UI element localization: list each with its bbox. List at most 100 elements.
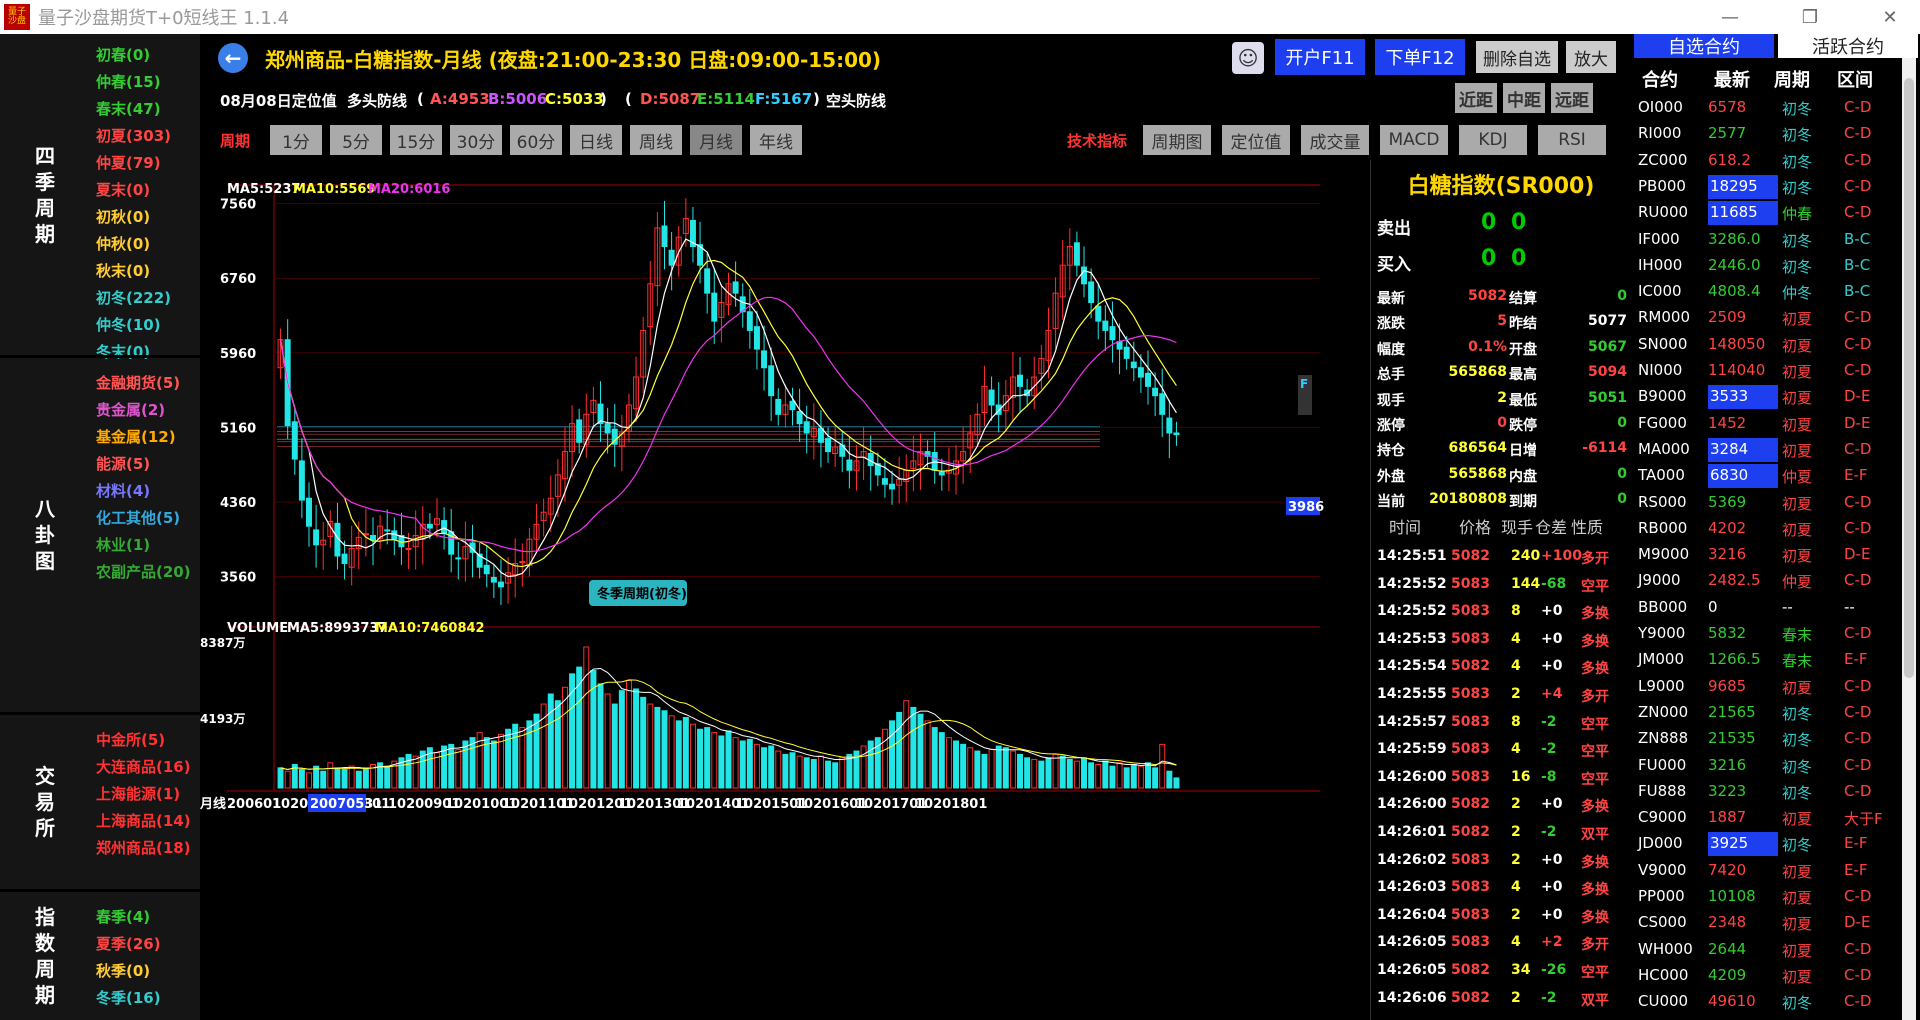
- x-axis-label: 月线: [200, 796, 226, 812]
- watchlist-row[interactable]: ZN000 21565 初冬 C-D: [1632, 701, 1902, 727]
- period-button[interactable]: 30分: [450, 125, 502, 155]
- watchlist-row[interactable]: RM000 2509 初夏 C-D: [1632, 306, 1902, 332]
- watchlist-row[interactable]: RU000 11685 仲春 C-D: [1632, 201, 1902, 227]
- candlestick-chart[interactable]: 7560 6760 5960 5160 4360 3560 MA5:5237MA10:556…: [200, 160, 1370, 990]
- watchlist-row[interactable]: IC000 4808.4 仲冬 B-C: [1632, 280, 1902, 306]
- watchlist-row[interactable]: C9000 1887 初夏 大于F: [1632, 806, 1902, 832]
- watchlist-row[interactable]: RI000 2577 初冬 C-D: [1632, 122, 1902, 148]
- watchlist-row[interactable]: ZN888 21535 初冬 C-D: [1632, 727, 1902, 753]
- sidebar-item[interactable]: 夏季(26): [96, 933, 161, 954]
- place-order-button[interactable]: 下单F12: [1375, 39, 1465, 75]
- sidebar-item[interactable]: 化工其他(5): [96, 507, 180, 528]
- remove-watch-button[interactable]: 删除自选: [1476, 41, 1558, 73]
- sidebar-item[interactable]: 初夏(303): [96, 125, 171, 146]
- contract-code: RI000: [1638, 124, 1682, 143]
- sidebar-item[interactable]: 春季(4): [96, 906, 150, 927]
- watchlist-row[interactable]: BB000 0 -- --: [1632, 596, 1902, 622]
- sidebar-item[interactable]: 能源(5): [96, 453, 150, 474]
- tab-active-contracts[interactable]: 活跃合约: [1778, 34, 1918, 58]
- watchlist-row[interactable]: B9000 3533 初夏 D-E: [1632, 385, 1902, 411]
- sidebar-item[interactable]: 初冬(222): [96, 287, 171, 308]
- watchlist-row[interactable]: FU888 3223 初冬 C-D: [1632, 780, 1902, 806]
- period-button[interactable]: 15分: [390, 125, 442, 155]
- indicator-button[interactable]: 周期图: [1143, 125, 1211, 155]
- watchlist-row[interactable]: SN000 148050 初夏 C-D: [1632, 333, 1902, 359]
- sidebar-item[interactable]: 农副产品(20): [96, 561, 191, 582]
- tab-watchlist[interactable]: 自选合约: [1634, 34, 1774, 58]
- close-icon[interactable]: ✕: [1860, 0, 1920, 34]
- watchlist-row[interactable]: Y9000 5832 春末 C-D: [1632, 622, 1902, 648]
- period-button[interactable]: 日线: [570, 125, 622, 155]
- watchlist-row[interactable]: HC000 4209 初夏 C-D: [1632, 964, 1902, 990]
- contract-price: 3533: [1708, 385, 1778, 410]
- sidebar-item[interactable]: 材料(4): [96, 480, 150, 501]
- watchlist-row[interactable]: V9000 7420 初夏 E-F: [1632, 859, 1902, 885]
- sidebar-item[interactable]: 夏末(0): [96, 179, 150, 200]
- watchlist-row[interactable]: OI000 6578 初冬 C-D: [1632, 96, 1902, 122]
- indicator-button[interactable]: KDJ: [1459, 125, 1527, 155]
- watchlist-row[interactable]: FG000 1452 初夏 D-E: [1632, 412, 1902, 438]
- watchlist-row[interactable]: WH000 2644 初夏 C-D: [1632, 938, 1902, 964]
- watchlist-row[interactable]: RB000 4202 初夏 C-D: [1632, 517, 1902, 543]
- watchlist-row[interactable]: CS000 2348 初夏 D-E: [1632, 911, 1902, 937]
- period-button[interactable]: 年线: [750, 125, 802, 155]
- sidebar-item[interactable]: 初春(0): [96, 44, 150, 65]
- watchlist-row[interactable]: PP000 10108 初夏 C-D: [1632, 885, 1902, 911]
- sidebar-item[interactable]: 仲春(15): [96, 71, 161, 92]
- restore-icon[interactable]: ❐: [1780, 0, 1840, 34]
- mid-button[interactable]: 中距: [1503, 83, 1545, 113]
- open-account-button[interactable]: 开户F11: [1275, 39, 1365, 75]
- watchlist-row[interactable]: J9000 2482.5 仲夏 C-D: [1632, 569, 1902, 595]
- watchlist-row[interactable]: L9000 9685 初夏 C-D: [1632, 675, 1902, 701]
- sidebar-item[interactable]: 仲冬(10): [96, 314, 161, 335]
- scrollbar-thumb[interactable]: [1904, 78, 1914, 678]
- period-button[interactable]: 1分: [270, 125, 322, 155]
- sidebar-item[interactable]: 上海商品(14): [96, 810, 191, 831]
- sidebar-item[interactable]: 中金所(5): [96, 729, 165, 750]
- contract-range: C-D: [1844, 702, 1872, 721]
- sidebar-item[interactable]: 秋末(0): [96, 260, 150, 281]
- watchlist-row[interactable]: MA000 3284 初夏 C-D: [1632, 437, 1902, 464]
- period-button[interactable]: 月线: [690, 125, 742, 155]
- sidebar-item[interactable]: 大连商品(16): [96, 756, 191, 777]
- near-button[interactable]: 近距: [1455, 83, 1497, 113]
- back-arrow-icon[interactable]: ←: [218, 43, 248, 73]
- sidebar-item[interactable]: 秋季(0): [96, 960, 150, 981]
- sidebar-item[interactable]: 贵金属(2): [96, 399, 165, 420]
- sidebar-item[interactable]: 仲夏(79): [96, 152, 161, 173]
- minimize-icon[interactable]: —: [1700, 0, 1760, 34]
- watchlist-row[interactable]: FU000 3216 初冬 C-D: [1632, 754, 1902, 780]
- sidebar-item[interactable]: 上海能源(1): [96, 783, 180, 804]
- far-button[interactable]: 远距: [1551, 83, 1593, 113]
- sidebar-item[interactable]: 冬季(16): [96, 987, 161, 1008]
- sidebar-item[interactable]: 郑州商品(18): [96, 837, 191, 858]
- watchlist-row[interactable]: IH000 2446.0 初冬 B-C: [1632, 254, 1902, 280]
- watchlist-row[interactable]: TA000 6830 仲夏 E-F: [1632, 464, 1902, 490]
- watchlist-scrollbar[interactable]: [1902, 58, 1916, 1020]
- watchlist-row[interactable]: ZC000 618.2 初冬 C-D: [1632, 149, 1902, 175]
- indicator-button[interactable]: 定位值: [1222, 125, 1290, 155]
- indicator-button[interactable]: 成交量: [1301, 125, 1369, 155]
- watchlist-row[interactable]: RS000 5369 初夏 C-D: [1632, 491, 1902, 517]
- sidebar-item[interactable]: 仲秋(0): [96, 233, 150, 254]
- sidebar-item[interactable]: 初秋(0): [96, 206, 150, 227]
- sidebar-item[interactable]: 基金属(12): [96, 426, 176, 447]
- indicator-button[interactable]: MACD: [1380, 125, 1448, 155]
- watchlist-row[interactable]: PB000 18295 初冬 C-D: [1632, 174, 1902, 201]
- avatar-icon[interactable]: ☺: [1232, 42, 1264, 74]
- watchlist-row[interactable]: JD000 3925 初冬 E-F: [1632, 832, 1902, 858]
- watchlist-row[interactable]: IF000 3286.0 初冬 B-C: [1632, 228, 1902, 254]
- period-button[interactable]: 60分: [510, 125, 562, 155]
- period-button[interactable]: 周线: [630, 125, 682, 155]
- watchlist-row[interactable]: M9000 3216 初夏 D-E: [1632, 543, 1902, 569]
- sidebar-item[interactable]: 春末(47): [96, 98, 161, 119]
- indicator-button[interactable]: RSI: [1538, 125, 1606, 155]
- sidebar-item[interactable]: 金融期货(5): [96, 372, 180, 393]
- zoom-button[interactable]: 放大: [1566, 41, 1616, 73]
- watchlist-row[interactable]: CU000 49610 初冬 C-D: [1632, 990, 1902, 1016]
- volume-bar: [1024, 757, 1031, 789]
- sidebar-item[interactable]: 林业(1): [96, 534, 150, 555]
- watchlist-row[interactable]: NI000 114040 初夏 C-D: [1632, 359, 1902, 385]
- watchlist-row[interactable]: JM000 1266.5 春末 E-F: [1632, 648, 1902, 674]
- period-button[interactable]: 5分: [330, 125, 382, 155]
